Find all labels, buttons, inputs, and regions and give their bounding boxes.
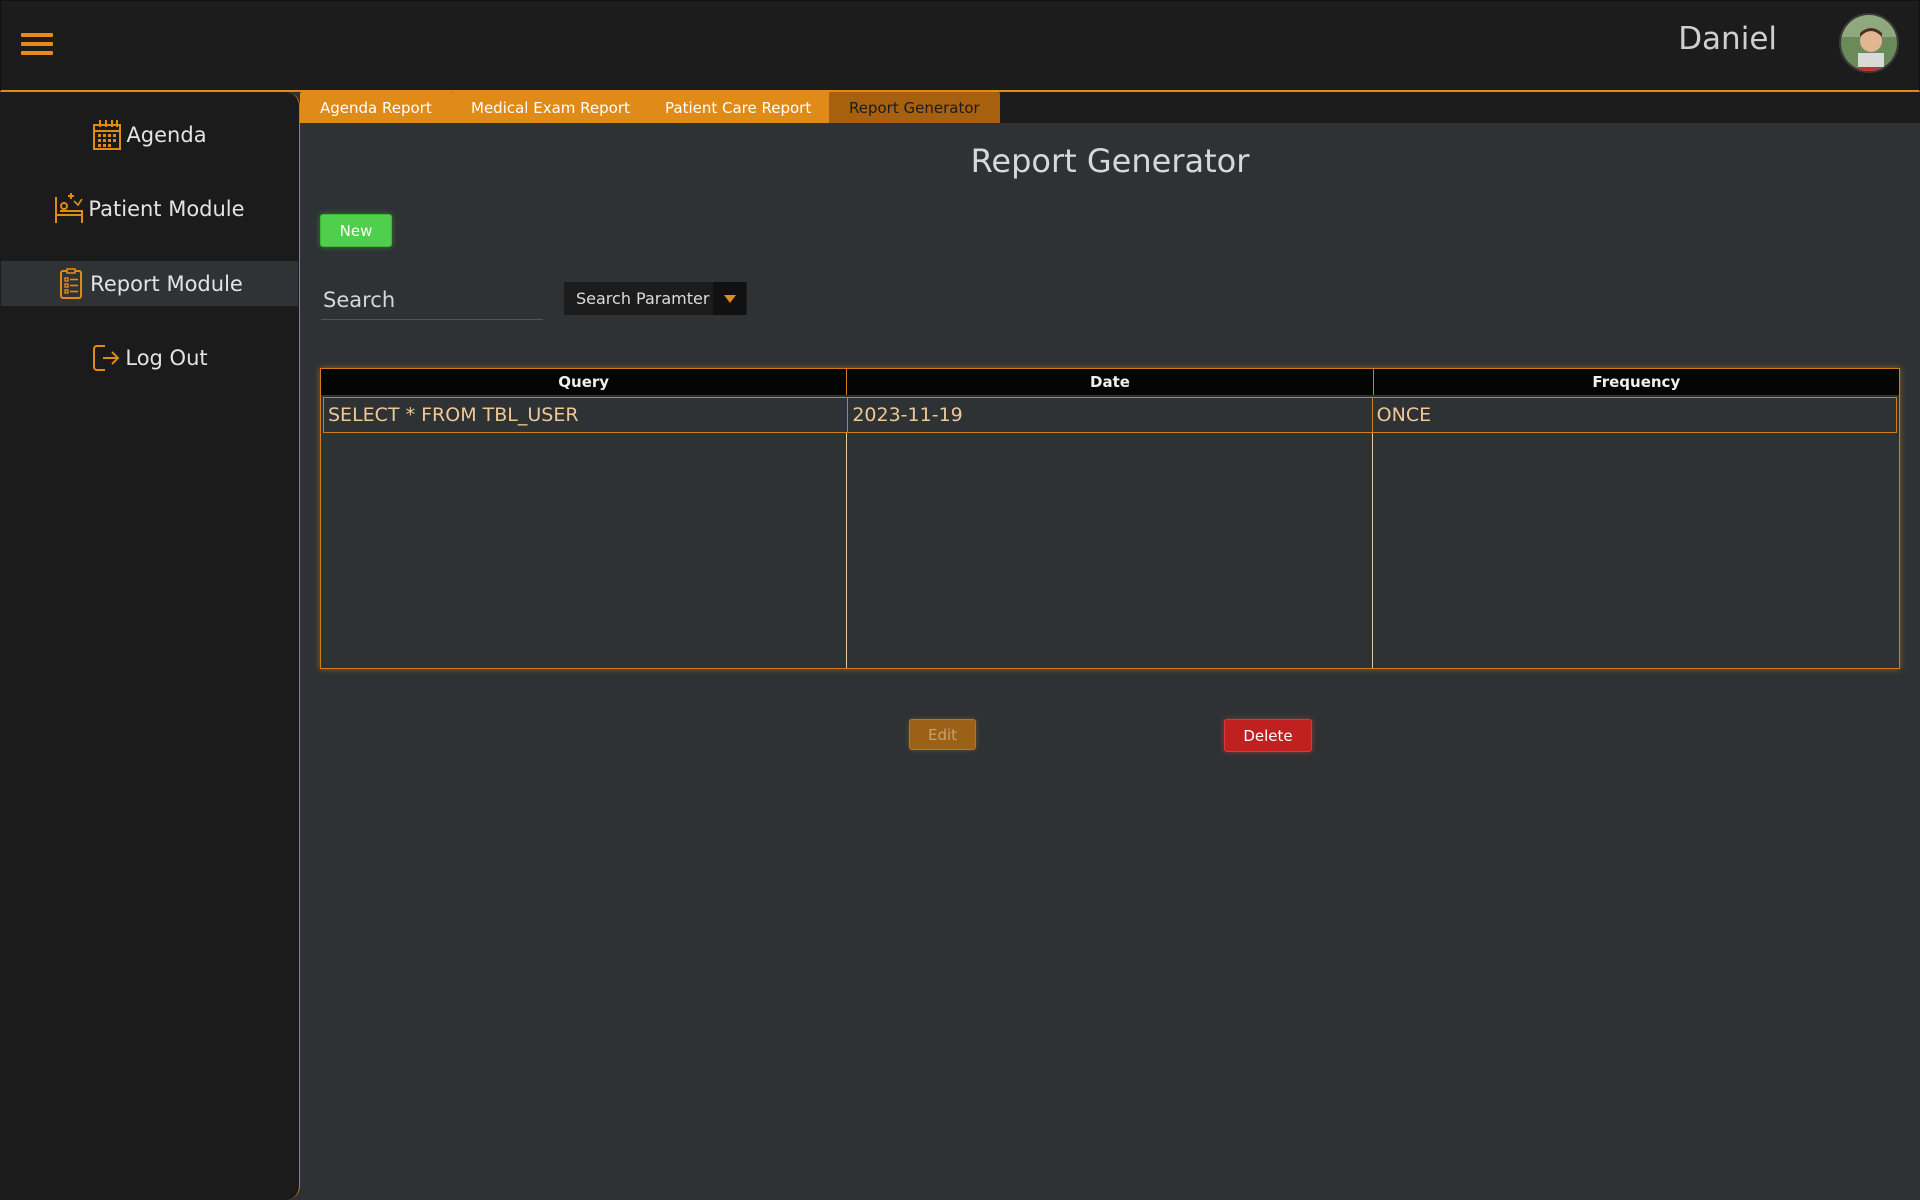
- search-input[interactable]: [321, 280, 543, 320]
- sidebar-item-patient-module[interactable]: Patient Module: [1, 186, 298, 231]
- report-document-icon: [56, 267, 86, 300]
- search-parameter-select[interactable]: Search Paramter: [564, 282, 747, 315]
- page-title: Report Generator: [970, 142, 1250, 180]
- top-bar: Daniel: [0, 0, 1920, 92]
- sidebar-item-label: Report Module: [90, 271, 243, 296]
- sidebar: Agenda Patient Module Report Module Log …: [0, 92, 300, 1200]
- tab-report-generator[interactable]: Report Generator: [829, 92, 1000, 123]
- sidebar-item-label: Patient Module: [88, 196, 245, 221]
- column-divider: [846, 433, 847, 668]
- hamburger-menu-icon[interactable]: [21, 33, 53, 59]
- username: Daniel: [1678, 21, 1777, 57]
- tab-bar: Agenda Report Medical Exam Report Patien…: [300, 92, 1920, 123]
- cell-date: 2023-11-19: [848, 398, 1373, 432]
- table-header: Query Date Frequency: [321, 369, 1899, 395]
- report-table: Query Date Frequency SELECT * FROM TBL_U…: [320, 368, 1900, 669]
- sidebar-item-label: Log Out: [125, 345, 208, 370]
- delete-button[interactable]: Delete: [1224, 719, 1312, 752]
- cell-frequency: ONCE: [1376, 404, 1432, 426]
- column-divider: [1372, 433, 1373, 668]
- chevron-down-icon[interactable]: [713, 282, 746, 315]
- calendar-icon: [92, 119, 122, 151]
- logout-icon: [91, 342, 121, 374]
- avatar[interactable]: [1839, 13, 1899, 73]
- column-header-date[interactable]: Date: [847, 369, 1374, 395]
- cell-query: SELECT * FROM TBL_USER: [324, 398, 849, 432]
- column-header-frequency[interactable]: Frequency: [1374, 369, 1899, 395]
- sidebar-item-label: Agenda: [126, 122, 207, 147]
- table-row[interactable]: SELECT * FROM TBL_USER 2023-11-19 ONCE: [323, 397, 1897, 433]
- column-header-query[interactable]: Query: [321, 369, 848, 395]
- new-button[interactable]: New: [320, 214, 392, 247]
- tab-agenda-report[interactable]: Agenda Report: [300, 92, 452, 123]
- hospital-bed-icon: [54, 192, 84, 225]
- tab-medical-exam-report[interactable]: Medical Exam Report: [451, 92, 650, 123]
- edit-button[interactable]: Edit: [909, 719, 976, 750]
- tab-patient-care-report[interactable]: Patient Care Report: [645, 92, 832, 123]
- sidebar-item-agenda[interactable]: Agenda: [1, 112, 298, 157]
- search-parameter-label: Search Paramter: [576, 289, 710, 308]
- sidebar-item-log-out[interactable]: Log Out: [1, 335, 298, 380]
- sidebar-item-report-module[interactable]: Report Module: [1, 261, 298, 306]
